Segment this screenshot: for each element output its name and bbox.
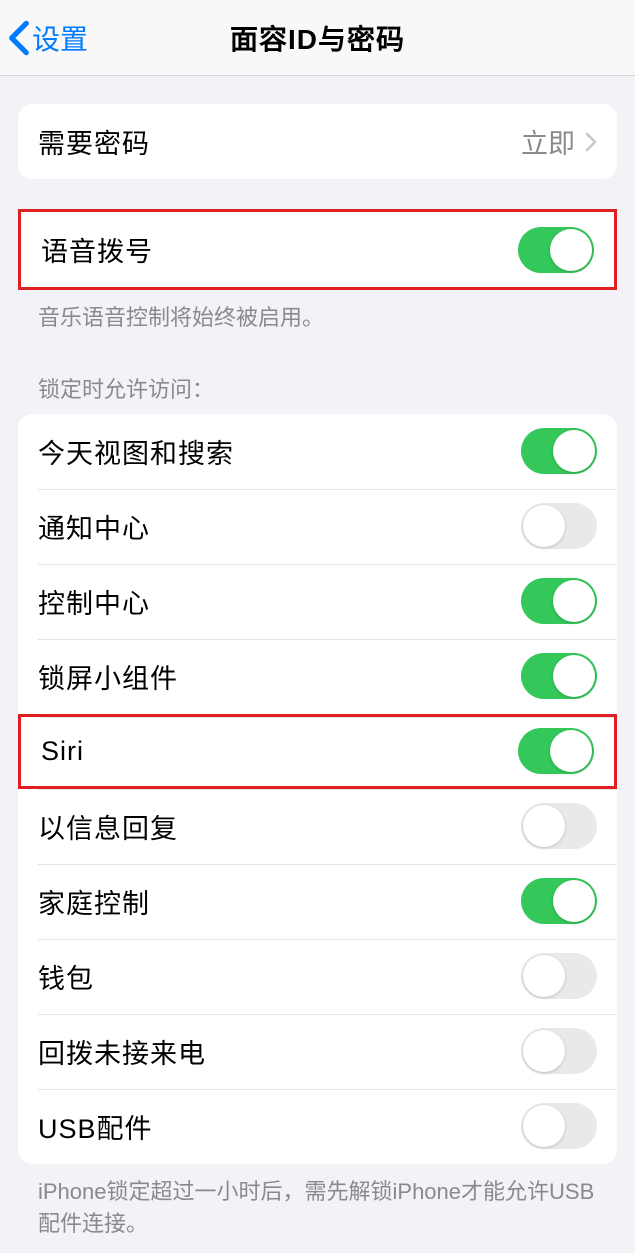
locked-access-item-label: 回拨未接来电 — [38, 1032, 206, 1071]
navigation-bar: 设置 面容ID与密码 — [0, 0, 635, 76]
locked-access-row: Siri — [18, 714, 617, 789]
back-button[interactable]: 设置 — [8, 18, 88, 58]
locked-access-toggle[interactable] — [521, 1028, 597, 1074]
locked-access-toggle[interactable] — [521, 653, 597, 699]
locked-access-row: 通知中心 — [18, 489, 617, 564]
locked-access-row: 钱包 — [18, 939, 617, 1014]
locked-access-row: 今天视图和搜索 — [18, 414, 617, 489]
require-passcode-value: 立即 — [521, 122, 575, 161]
locked-access-item-label: 控制中心 — [38, 582, 150, 621]
locked-access-toggle[interactable] — [521, 1103, 597, 1149]
locked-access-toggle[interactable] — [521, 878, 597, 924]
locked-access-footer: iPhone锁定超过一小时后，需先解锁iPhone才能允许USB配件连接。 — [18, 1164, 617, 1240]
voice-dial-footer: 音乐语音控制将始终被启用。 — [18, 290, 617, 334]
chevron-right-icon — [585, 132, 597, 152]
back-label: 设置 — [32, 18, 88, 58]
locked-access-toggle[interactable] — [518, 728, 594, 774]
locked-access-header: 锁定时允许访问： — [18, 372, 617, 414]
locked-access-toggle[interactable] — [521, 503, 597, 549]
locked-access-item-label: 家庭控制 — [38, 882, 150, 921]
locked-access-toggle[interactable] — [521, 803, 597, 849]
voice-dial-toggle[interactable] — [518, 227, 594, 273]
require-passcode-label: 需要密码 — [38, 122, 150, 161]
locked-access-item-label: 今天视图和搜索 — [38, 432, 234, 471]
locked-access-toggle[interactable] — [521, 953, 597, 999]
locked-access-toggle[interactable] — [521, 578, 597, 624]
locked-access-list: 今天视图和搜索通知中心控制中心锁屏小组件 Siri 以信息回复家庭控制钱包回拨未接来… — [18, 414, 617, 1164]
chevron-left-icon — [8, 19, 30, 57]
locked-access-item-label: 锁屏小组件 — [38, 657, 178, 696]
locked-access-row: 锁屏小组件 — [18, 639, 617, 714]
page-title: 面容ID与密码 — [230, 18, 405, 58]
locked-access-item-label: 通知中心 — [38, 507, 150, 546]
locked-access-row: USB配件 — [18, 1089, 617, 1164]
voice-dial-label: 语音拨号 — [41, 230, 153, 269]
voice-dial-row: 语音拨号 — [21, 212, 614, 287]
locked-access-row: 控制中心 — [18, 564, 617, 639]
require-passcode-row[interactable]: 需要密码 立即 — [18, 104, 617, 179]
locked-access-row: 以信息回复 — [18, 789, 617, 864]
locked-access-item-label: Siri — [41, 736, 84, 767]
locked-access-item-label: 钱包 — [38, 957, 94, 996]
locked-access-item-label: USB配件 — [38, 1107, 153, 1146]
locked-access-item-label: 以信息回复 — [38, 807, 178, 846]
locked-access-toggle[interactable] — [521, 428, 597, 474]
locked-access-row: 回拨未接来电 — [18, 1014, 617, 1089]
locked-access-row: 家庭控制 — [18, 864, 617, 939]
